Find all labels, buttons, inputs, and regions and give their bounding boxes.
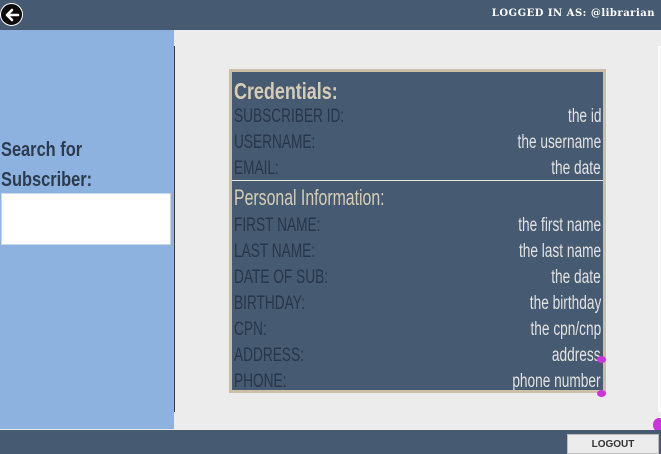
field-label: FIRST NAME:: [234, 215, 321, 236]
subscriber-search-input[interactable]: [1, 193, 171, 245]
subscriber-info-panel: Credentials: SUBSCRIBER ID: the id USERN…: [229, 69, 606, 393]
field-value: the birthday: [529, 293, 601, 314]
credentials-title: Credentials:: [234, 78, 338, 104]
field-row-phone: PHONE: phone number: [234, 369, 601, 392]
field-label: BIRTHDAY:: [234, 293, 305, 314]
resize-handle[interactable]: [597, 390, 606, 397]
field-label: USERNAME:: [234, 132, 316, 153]
back-arrow-icon: [5, 8, 20, 22]
field-label: SUBSCRIBER ID:: [234, 106, 345, 127]
back-button[interactable]: [0, 3, 23, 26]
field-row-email: EMAIL: the date: [234, 156, 601, 182]
field-label: ADDRESS:: [234, 345, 304, 366]
field-value: address: [552, 345, 601, 366]
logout-button[interactable]: LOGOUT: [567, 434, 659, 454]
bottom-bar: [0, 430, 661, 454]
field-row-subscriber-id: SUBSCRIBER ID: the id: [234, 104, 601, 130]
field-label: EMAIL:: [234, 158, 279, 179]
field-value: the date: [551, 267, 601, 288]
field-value: the id: [567, 106, 601, 127]
field-value: the username: [517, 132, 601, 153]
field-value: phone number: [512, 371, 601, 392]
field-label: LAST NAME:: [234, 241, 316, 262]
field-value: the date: [551, 158, 601, 179]
search-label: Search for Subscriber:: [1, 135, 142, 195]
field-value: the last name: [518, 241, 601, 262]
field-row-username: USERNAME: the username: [234, 130, 601, 156]
field-row-last-name: LAST NAME: the last name: [234, 239, 601, 265]
section-separator: [232, 180, 603, 181]
sidebar: Search for Subscriber:: [0, 30, 174, 429]
personal-info-title: Personal Information:: [234, 185, 385, 210]
field-row-cpn: CPN: the cpn/cnp: [234, 317, 601, 343]
field-row-birthday: BIRTHDAY: the birthday: [234, 291, 601, 317]
field-label: CPN:: [234, 319, 267, 340]
search-label-text: Search for Subscriber:: [1, 139, 93, 191]
top-bar: LOGGED IN AS: @librarian: [0, 0, 661, 30]
field-row-address: ADDRESS: address: [234, 343, 601, 369]
field-value: the first name: [518, 215, 601, 236]
field-label: DATE OF SUB:: [234, 267, 329, 288]
field-row-date-of-sub: DATE OF SUB: the date: [234, 265, 601, 291]
resize-handle[interactable]: [597, 356, 606, 363]
field-value: the cpn/cnp: [530, 319, 601, 340]
content-divider: [174, 46, 175, 412]
field-row-first-name: FIRST NAME: the first name: [234, 213, 601, 239]
field-label: PHONE:: [234, 371, 287, 392]
logged-in-status: LOGGED IN AS: @librarian: [491, 8, 655, 19]
